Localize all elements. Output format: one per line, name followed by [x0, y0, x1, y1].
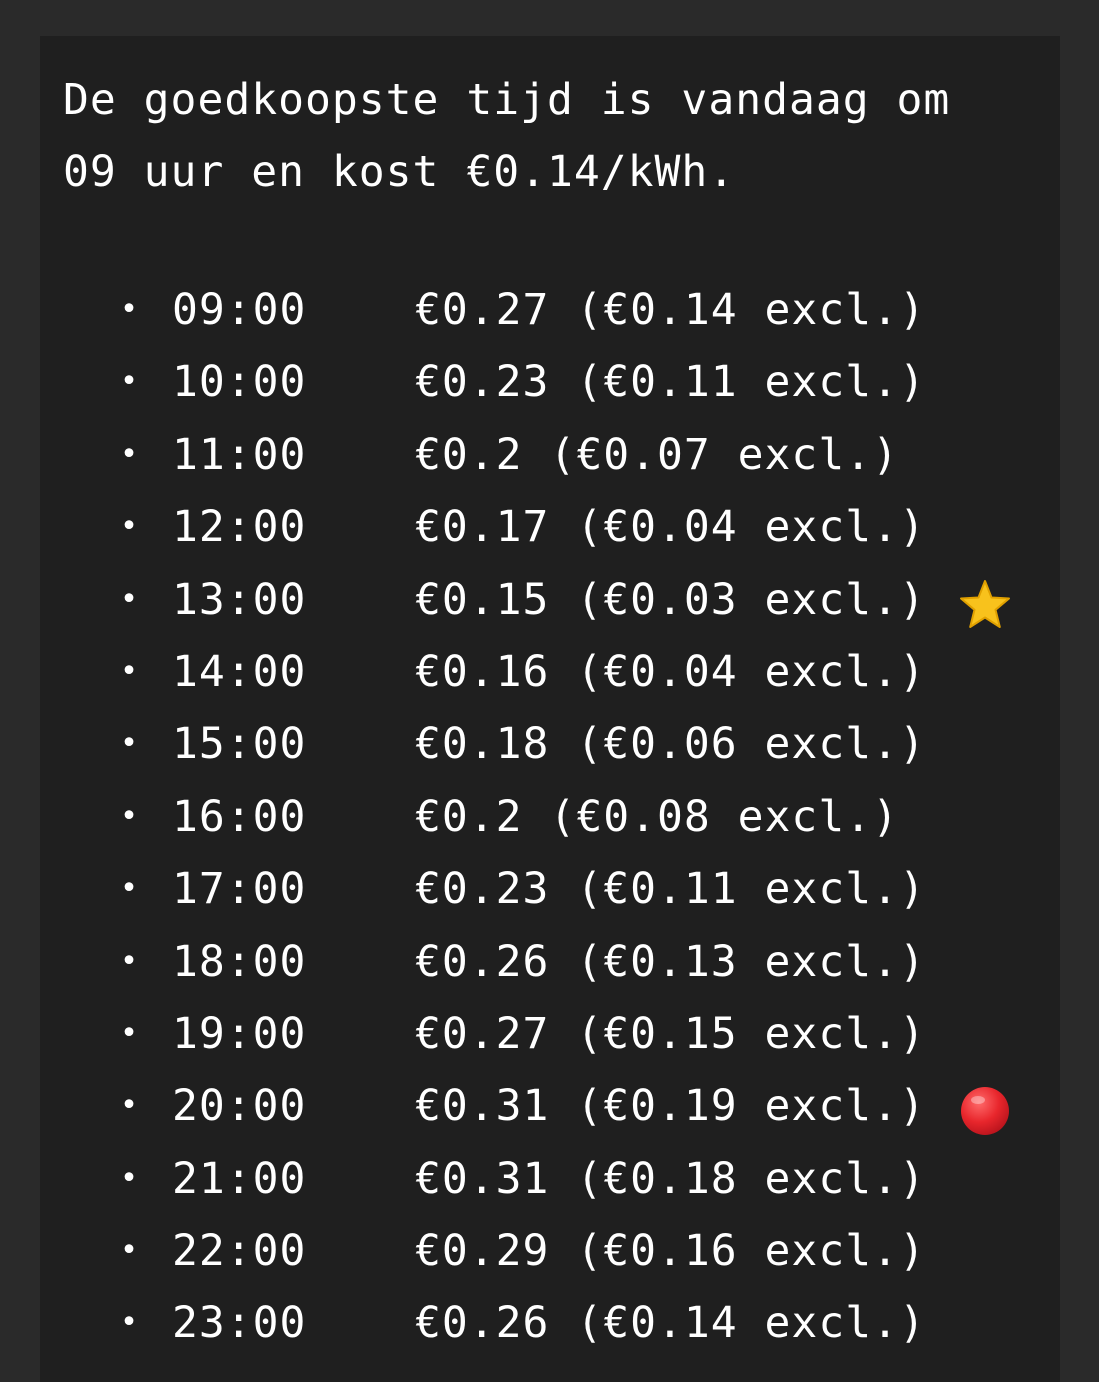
price-label: €0.29 (€0.16 excl.): [415, 1226, 926, 1277]
bullet-icon: •: [120, 292, 140, 327]
price-label: €0.23 (€0.11 excl.): [415, 357, 926, 408]
bullet-icon: •: [120, 509, 140, 545]
bullet-icon: •: [120, 581, 140, 617]
price-label: €0.16 (€0.04 excl.): [415, 646, 926, 697]
price-label: €0.2 (€0.07 excl.): [415, 429, 899, 480]
bullet-icon: •: [120, 726, 140, 762]
price-label: €0.26 (€0.13 excl.): [415, 936, 926, 987]
hour-label: 22:00: [172, 1226, 307, 1277]
bullet-icon: •: [120, 871, 140, 907]
bullet-icon: •: [120, 653, 140, 689]
price-label: €0.26 (€0.14 excl.): [415, 1298, 926, 1349]
hour-label: 18:00: [172, 936, 307, 987]
bullet-icon: •: [120, 1088, 140, 1124]
intro-text: De goedkoopste tijd is vandaag om 09 uur…: [63, 75, 951, 197]
price-label: €0.18 (€0.06 excl.): [415, 719, 926, 770]
star-icon: [958, 578, 1012, 632]
hour-label: 11:00: [172, 429, 307, 480]
price-label: €0.27 (€0.15 excl.): [415, 1008, 926, 1059]
price-label: €0.17 (€0.04 excl.): [415, 502, 926, 553]
hour-label: 12:00: [172, 502, 307, 553]
hour-label: 10:00: [172, 357, 307, 408]
price-label: €0.15 (€0.03 excl.): [415, 574, 926, 625]
hour-label: 21:00: [172, 1153, 307, 1204]
bullet-icon: •: [120, 364, 140, 400]
hour-label: 23:00: [172, 1298, 307, 1349]
price-label: €0.27 (€0.14 excl.): [415, 285, 926, 335]
bullet-icon: •: [120, 1233, 140, 1269]
hour-label: 16:00: [172, 791, 307, 842]
bullet-icon: •: [120, 1160, 140, 1196]
hour-label: 14:00: [172, 646, 307, 697]
hour-label: 17:00: [172, 864, 307, 915]
hour-label: 20:00: [172, 1081, 307, 1132]
bullet-icon: •: [120, 436, 140, 472]
bullet-icon: •: [120, 943, 140, 979]
hour-label: 15:00: [172, 719, 307, 770]
bullet-icon: •: [120, 1305, 140, 1341]
price-label: €0.31 (€0.19 excl.): [415, 1081, 926, 1132]
hour-label: 13:00: [172, 574, 307, 625]
price-label: €0.2 (€0.08 excl.): [415, 791, 899, 842]
bullet-icon: •: [120, 798, 140, 834]
price-label: €0.23 (€0.11 excl.): [415, 864, 926, 915]
price-label: €0.31 (€0.18 excl.): [415, 1153, 926, 1204]
hour-label: 19:00: [172, 1008, 307, 1059]
message-card: De goedkoopste tijd is vandaag om 09 uur…: [40, 36, 1060, 1382]
bullet-icon: •: [120, 1015, 140, 1051]
hour-label: 09:00: [172, 285, 307, 335]
red-circle-icon: [958, 1084, 1012, 1138]
